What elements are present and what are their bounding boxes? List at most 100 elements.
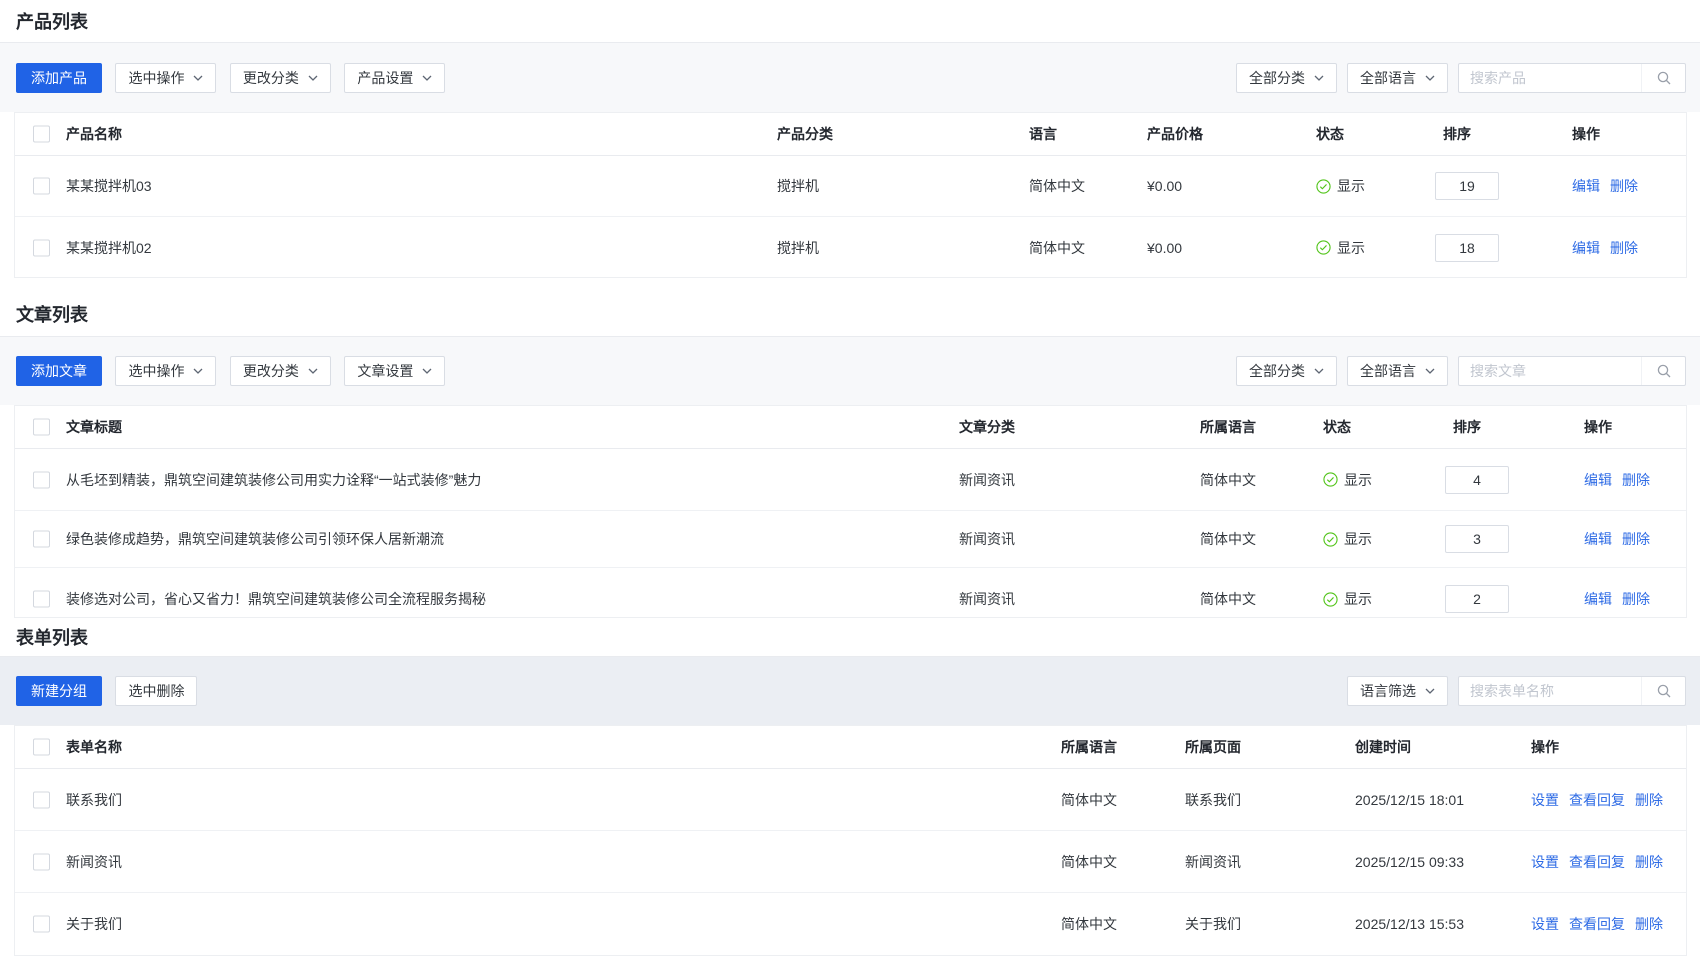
sort-input[interactable]	[1435, 172, 1499, 200]
form-created-time: 2025/12/13 15:53	[1355, 916, 1464, 932]
row-checkbox[interactable]	[33, 853, 50, 870]
edit-link[interactable]: 编辑	[1572, 176, 1600, 196]
row-checkbox[interactable]	[33, 471, 50, 488]
product-name: 某某搅拌机03	[66, 176, 152, 196]
col-sort: 排序	[1453, 417, 1481, 437]
chevron-down-icon	[1314, 368, 1324, 374]
products-bulk-actions-dropdown[interactable]: 选中操作	[115, 63, 216, 93]
col-article-title: 文章标题	[66, 417, 122, 437]
sort-input[interactable]	[1445, 466, 1509, 494]
view-replies-link[interactable]: 查看回复	[1569, 790, 1625, 810]
table-row: 某某搅拌机03 搅拌机 简体中文 ¥0.00 显示 编辑 删除	[15, 156, 1686, 217]
delete-link[interactable]: 删除	[1635, 790, 1663, 810]
check-circle-icon	[1323, 532, 1338, 547]
settings-link[interactable]: 设置	[1531, 914, 1559, 934]
edit-link[interactable]: 编辑	[1572, 238, 1600, 258]
products-language-filter-dropdown[interactable]: 全部语言	[1347, 63, 1448, 93]
forms-language-filter-dropdown[interactable]: 语言筛选	[1347, 676, 1448, 706]
article-title: 从毛坯到精装，鼎筑空间建筑装修公司用实力诠释“一站式装修”魅力	[66, 470, 481, 490]
col-language: 所属语言	[1061, 737, 1117, 757]
product-language: 简体中文	[1029, 238, 1085, 258]
view-replies-link[interactable]: 查看回复	[1569, 914, 1625, 934]
delete-link[interactable]: 删除	[1622, 589, 1650, 609]
col-language: 所属语言	[1200, 417, 1256, 437]
table-row: 新闻资讯 简体中文 新闻资讯 2025/12/15 09:33 设置 查看回复 …	[15, 831, 1686, 893]
forms-search-button[interactable]	[1641, 677, 1685, 705]
row-operations: 编辑 删除	[1584, 470, 1650, 490]
products-search-input[interactable]	[1459, 65, 1641, 91]
edit-link[interactable]: 编辑	[1584, 589, 1612, 609]
edit-link[interactable]: 编辑	[1584, 470, 1612, 490]
row-checkbox[interactable]	[33, 791, 50, 808]
delete-link[interactable]: 删除	[1610, 238, 1638, 258]
settings-link[interactable]: 设置	[1531, 852, 1559, 872]
articles-language-filter-dropdown[interactable]: 全部语言	[1347, 356, 1448, 386]
settings-link[interactable]: 设置	[1531, 790, 1559, 810]
add-article-button[interactable]: 添加文章	[16, 356, 102, 386]
delete-link[interactable]: 删除	[1635, 852, 1663, 872]
article-language: 简体中文	[1200, 529, 1256, 549]
table-row: 绿色装修成趋势，鼎筑空间建筑装修公司引领环保人居新潮流 新闻资讯 简体中文 显示…	[15, 511, 1686, 568]
delete-link[interactable]: 删除	[1622, 529, 1650, 549]
form-page: 新闻资讯	[1185, 852, 1241, 872]
check-circle-icon	[1316, 179, 1331, 194]
articles-category-filter-dropdown[interactable]: 全部分类	[1236, 356, 1337, 386]
chevron-down-icon	[1314, 75, 1324, 81]
article-settings-dropdown[interactable]: 文章设置	[344, 356, 445, 386]
col-status: 状态	[1316, 124, 1344, 144]
col-sort: 排序	[1443, 124, 1471, 144]
row-operations: 设置 查看回复 删除	[1531, 790, 1663, 810]
form-page: 联系我们	[1185, 790, 1241, 810]
articles-bulk-actions-dropdown[interactable]: 选中操作	[115, 356, 216, 386]
col-form-name: 表单名称	[66, 737, 122, 757]
row-operations: 编辑 删除	[1572, 238, 1638, 258]
forms-bulk-delete-button[interactable]: 选中删除	[115, 676, 197, 706]
row-checkbox[interactable]	[33, 916, 50, 933]
magnifier-icon	[1656, 70, 1672, 86]
row-operations: 设置 查看回复 删除	[1531, 852, 1663, 872]
products-toolbar-left: 添加产品 选中操作 更改分类 产品设置	[16, 63, 445, 93]
article-language: 简体中文	[1200, 470, 1256, 490]
sort-input[interactable]	[1435, 234, 1499, 262]
col-operations: 操作	[1531, 737, 1559, 757]
status-badge: 显示	[1323, 529, 1372, 549]
products-select-all-checkbox[interactable]	[33, 126, 50, 143]
form-language: 简体中文	[1061, 852, 1117, 872]
check-circle-icon	[1323, 592, 1338, 607]
forms-toolbar: 新建分组 选中删除 语言筛选	[0, 657, 1700, 725]
articles-search-button[interactable]	[1641, 357, 1685, 385]
delete-link[interactable]: 删除	[1622, 470, 1650, 490]
row-checkbox[interactable]	[33, 239, 50, 256]
row-checkbox[interactable]	[33, 531, 50, 548]
articles-search-input[interactable]	[1459, 358, 1641, 384]
products-change-category-dropdown[interactable]: 更改分类	[230, 63, 331, 93]
col-price: 产品价格	[1147, 124, 1203, 144]
table-row: 联系我们 简体中文 联系我们 2025/12/15 18:01 设置 查看回复 …	[15, 769, 1686, 831]
form-name: 新闻资讯	[66, 852, 122, 872]
table-row: 装修选对公司，省心又省力！鼎筑空间建筑装修公司全流程服务揭秘 新闻资讯 简体中文…	[15, 568, 1686, 618]
edit-link[interactable]: 编辑	[1584, 529, 1612, 549]
sort-input[interactable]	[1445, 525, 1509, 553]
status-badge: 显示	[1316, 238, 1365, 258]
row-checkbox[interactable]	[33, 178, 50, 195]
check-circle-icon	[1323, 472, 1338, 487]
forms-search-input[interactable]	[1459, 678, 1641, 704]
add-product-button[interactable]: 添加产品	[16, 63, 102, 93]
chevron-down-icon	[193, 75, 203, 81]
articles-select-all-checkbox[interactable]	[33, 419, 50, 436]
delete-link[interactable]: 删除	[1635, 914, 1663, 934]
status-label: 显示	[1337, 238, 1365, 258]
row-checkbox[interactable]	[33, 591, 50, 608]
add-form-group-button[interactable]: 新建分组	[16, 676, 102, 706]
articles-change-category-dropdown[interactable]: 更改分类	[230, 356, 331, 386]
product-settings-dropdown[interactable]: 产品设置	[344, 63, 445, 93]
products-category-filter-dropdown[interactable]: 全部分类	[1236, 63, 1337, 93]
view-replies-link[interactable]: 查看回复	[1569, 852, 1625, 872]
status-badge: 显示	[1323, 470, 1372, 490]
forms-select-all-checkbox[interactable]	[33, 739, 50, 756]
products-search-button[interactable]	[1641, 64, 1685, 92]
delete-link[interactable]: 删除	[1610, 176, 1638, 196]
sort-input[interactable]	[1445, 585, 1509, 613]
form-language: 简体中文	[1061, 790, 1117, 810]
articles-search-group	[1458, 356, 1686, 386]
